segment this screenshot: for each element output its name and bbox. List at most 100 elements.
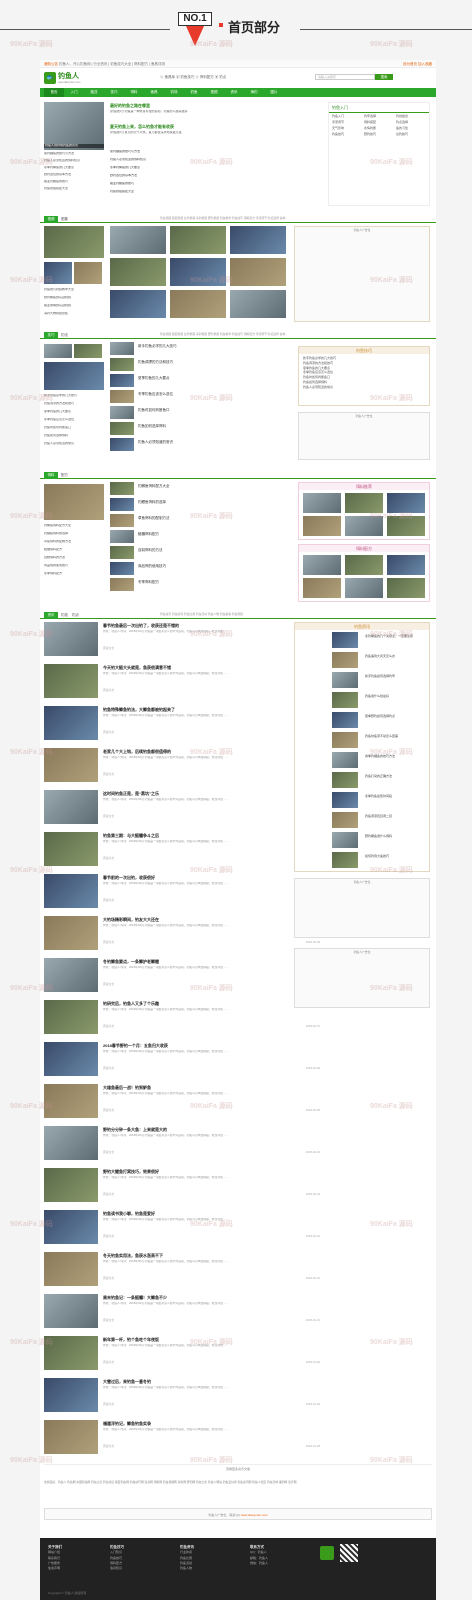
skills-mid-thumb[interactable] [110,342,134,355]
article-read-more[interactable]: 阅读全文 [103,1150,114,1155]
bait-box-thumb[interactable] [387,555,425,575]
entry-box-item[interactable]: 天气影响 [332,126,360,131]
nav-item[interactable]: 图片 [264,88,284,97]
article-read-more[interactable]: 阅读全文 [103,1360,114,1365]
skills-mid-thumb[interactable] [110,438,134,451]
entry-box-item[interactable]: 水情判断 [364,126,392,131]
footer-link[interactable]: 钓鱼人物 [180,1566,194,1571]
headline-mid-item[interactable]: 钓鱼人必须知道的饵料知识 [110,158,258,162]
bait-mid-item[interactable]: 鲢鳙饵料配方 [138,532,288,537]
headline-list-item[interactable]: 钓鱼线组搭配大全 [44,187,104,191]
article-item[interactable]: 野钓大鲤鱼打窝技巧，效果很好 作者：钓鱼人 时间：2018年02月 钓鱼是一项很有… [44,1168,324,1208]
article-title[interactable]: 野钓大鲤鱼打窝技巧，效果很好 [103,1169,159,1174]
bait-mid-thumb[interactable] [110,498,134,511]
bait-mid-thumb[interactable] [110,546,134,559]
footer-link[interactable]: 网站介绍 [48,1550,62,1555]
headline-mid-item[interactable]: 夏钓鲤鱼的技巧与方法 [110,150,258,154]
skills-mid-item[interactable]: 新手钓鱼必学的几大技巧 [138,344,288,349]
article-title[interactable]: 春节钓鱼最后一次出钓了，收获还是不错的 [103,623,179,628]
skills-mid-thumb[interactable] [110,406,134,419]
news-side-thumb[interactable] [332,772,358,788]
bait-mid-thumb[interactable] [110,514,134,527]
article-title[interactable]: 野钓分分钟一条大鱼：上来就是大的 [103,1127,167,1132]
footer-link[interactable]: 入门知识 [110,1550,124,1555]
bait-left-item[interactable]: 钓鲫鱼饵料配方大全 [44,524,104,528]
article-item[interactable]: 2018春节野钓一个月：五鱼归大收获 作者：钓鱼人 时间：2018年02月 钓鱼是… [44,1042,324,1082]
video-list-item[interactable]: 钓鱼技巧视频教学大全 [44,288,104,292]
news-side-item[interactable]: 新手钓鱼如何选择钓竿 [332,672,430,690]
article-read-more[interactable]: 阅读全文 [103,982,114,987]
article-thumb[interactable] [44,1168,98,1202]
tab-methods[interactable]: 钓法 [61,332,68,339]
bait-left-item[interactable]: 草鱼饵料的配制方法 [44,540,104,544]
friend-links[interactable]: 友情链接：钓鱼人 钓鱼网 中国钓鱼网 钓鱼之家 钓鱼论坛 路亚钓鱼网 钓鱼技巧网… [44,1480,432,1504]
article-item[interactable]: 春节钓鱼最后一次出钓了，收获还是不错的 作者：钓鱼人 时间：2018年02月 钓鱼… [44,622,324,662]
article-read-more[interactable]: 阅读全文 [103,1234,114,1239]
entry-box-item[interactable]: 钓点选择 [396,120,424,125]
article-item[interactable]: 老家几个大上钩，后续钓鱼都很值得的 作者：钓鱼人 时间：2018年02月 钓鱼是一… [44,748,324,788]
news-side-text[interactable]: 钓鱼遇到大风天怎么办 [365,654,427,658]
article-title[interactable]: 春节前的一次出钓，收获很好 [103,875,155,880]
video-list-item[interactable]: 野钓鲫鱼的实战视频 [44,296,104,300]
bait-left-item[interactable]: 自制饵料的方法 [44,556,104,560]
nav-item[interactable]: 钓鱼 [184,88,204,97]
entry-box-item[interactable]: 钓鱼技巧 [332,132,360,137]
news-side-thumb[interactable] [332,692,358,708]
video-grid-thumb[interactable] [170,290,226,318]
nav-item[interactable]: 技巧 [104,88,124,97]
article-read-more[interactable]: 阅读全文 [103,1444,114,1449]
search-button[interactable]: 搜索 [375,74,393,80]
bait-left-item[interactable]: 商品饵的使用技巧 [44,564,104,568]
nav-item[interactable]: 视频 [204,88,224,97]
nav-item[interactable]: 钓场 [164,88,184,97]
tab-news[interactable]: 资讯 [44,612,58,619]
article-read-more[interactable]: 阅读全文 [103,940,114,945]
article-read-more[interactable]: 阅读全文 [103,646,114,651]
bait-box-thumb[interactable] [345,493,383,513]
article-title[interactable]: 钓鱼特殊鲫鱼钓法，大鲫鱼都被钓起来了 [103,707,175,712]
news-ad-1[interactable]: 钓鱼人广告位 [294,878,430,938]
news-side-text[interactable]: 冬季钓鱼最佳时间段 [365,794,427,798]
article-thumb[interactable] [44,706,98,740]
headline-list-item[interactable]: 冬季钓鲫鱼的几大要点 [44,166,104,170]
video-grid-thumb[interactable] [170,226,226,254]
article-read-more[interactable]: 阅读全文 [103,688,114,693]
article-thumb[interactable] [44,1294,98,1328]
article-thumb[interactable] [44,1126,98,1160]
article-read-more[interactable]: 阅读全文 [103,772,114,777]
entry-box-item[interactable]: 钓鱼入门 [332,114,360,119]
article-item[interactable]: 钓鱼特殊鲫鱼钓法，大鲫鱼都被钓起来了 作者：钓鱼人 时间：2018年02月 钓鱼是… [44,706,324,746]
video-grid-thumb[interactable] [230,226,286,254]
entry-box-item[interactable]: 鱼的习性 [396,126,424,131]
bait-left-item[interactable]: 鲢鳙饵料配方 [44,548,104,552]
news-ad-2[interactable]: 钓鱼人广告位 [294,948,430,1008]
bait-box-thumb[interactable] [303,493,341,513]
article-thumb[interactable] [44,1378,98,1412]
video-list-item[interactable]: 路亚翘嘴的实战视频 [44,304,104,308]
article-item[interactable]: 钓鱼第三期：与大鲢鳙争斗之后 作者：钓鱼人 时间：2018年02月 钓鱼是一项很有… [44,832,324,872]
notice-text[interactable]: 钓鱼人，开心钓鱼网 | 行业资讯 | 钓鱼技巧大全 | 饵料配方 | 渔具评测 [59,62,165,66]
bait-mid-thumb[interactable] [110,482,134,495]
nav-item[interactable]: 饵料 [124,88,144,97]
tab-video[interactable]: 视频 [44,216,58,223]
bait-box-thumb[interactable] [345,555,383,575]
entry-box-item[interactable]: 台钓技巧 [396,132,424,137]
skills-thumb[interactable] [44,344,72,358]
article-item[interactable]: 冬天钓鱼实用法，鱼获水涨高不下 作者：钓鱼人 时间：2018年02月 钓鱼是一项很… [44,1252,324,1292]
article-title[interactable]: 大钓场精彩瞬间，钓友大大还在 [103,917,159,922]
bait-box-thumb[interactable] [303,578,341,598]
skills-left-item[interactable]: 新手钓鱼必学的几大技巧 [44,394,104,398]
news-side-thumb[interactable] [332,652,358,668]
news-side-text[interactable]: 如何钓到大鱼技巧 [365,854,427,858]
article-thumb[interactable] [44,1420,98,1454]
article-item[interactable]: 春节前的一次出钓，收获很好 作者：钓鱼人 时间：2018年02月 钓鱼是一项很有意… [44,874,324,914]
video-list-item[interactable]: 海钓大物视频合集 [44,312,104,316]
article-thumb[interactable] [44,1000,98,1034]
bait-mid-item[interactable]: 自制饵料的方法 [138,548,288,553]
headline-mid-item[interactable]: 路亚钓鳜鱼的技巧 [110,182,258,186]
skills-left-item[interactable]: 钓鱼如何选择饵料 [44,434,104,438]
news-side-thumb[interactable] [332,632,358,648]
header-links[interactable]: ☆ 渔具库 ▣ 钓鱼技巧 ☆ 饵料配方 ▣ 钓点 [160,75,226,80]
headline-mid-item[interactable]: 钓鱼线组搭配大全 [110,190,258,194]
article-item[interactable]: 钓鱼读书我小聊，钓鱼是爱好 作者：钓鱼人 时间：2018年02月 钓鱼是一项很有意… [44,1210,324,1250]
